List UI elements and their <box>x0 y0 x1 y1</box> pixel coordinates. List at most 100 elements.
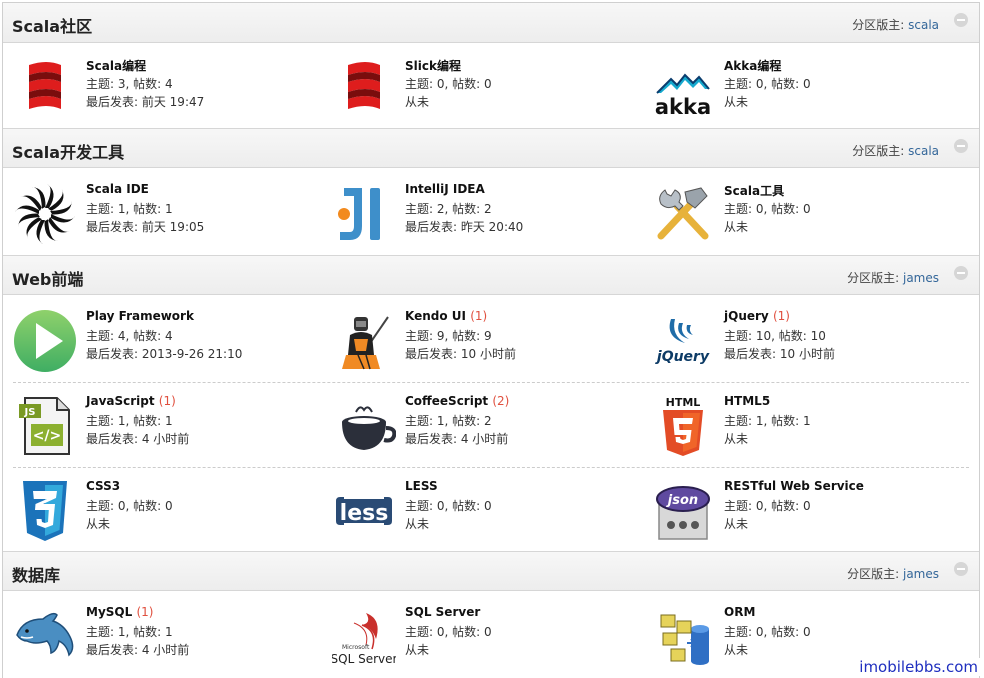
forum-item: Kendo UI (1) 主题: 9, 帖数: 9 最后发表: 10 小时前 <box>322 297 641 382</box>
forum-title[interactable]: SQL Server <box>405 605 480 619</box>
forum-title[interactable]: Scala工具 <box>724 182 784 199</box>
forum-last-post: 从未 <box>86 517 111 531</box>
html5-logo-icon[interactable]: HTML <box>651 394 715 458</box>
forum-title[interactable]: ORM <box>724 605 755 619</box>
forum-stats: 主题: 1, 帖数: 1 <box>86 414 173 428</box>
moderator-label: 分区版主: <box>852 18 909 32</box>
play-logo-icon[interactable] <box>13 309 77 373</box>
moderator-link[interactable]: james <box>903 271 939 285</box>
forum-title[interactable]: IntelliJ IDEA <box>405 182 485 196</box>
json-logo-icon[interactable]: json <box>651 479 715 543</box>
svg-text:less: less <box>340 501 389 526</box>
moderator-link[interactable]: scala <box>908 144 939 158</box>
forum-last-post: 从未 <box>405 517 430 531</box>
scala-logo-icon[interactable] <box>332 57 396 121</box>
section-header: 数据库 分区版主: james <box>3 551 979 591</box>
section-title[interactable]: 数据库 <box>12 562 60 586</box>
forum-title[interactable]: RESTful Web Service <box>724 479 864 493</box>
forum-stats: 主题: 2, 帖数: 2 <box>405 202 492 216</box>
section-scala-community: Scala社区 分区版主: scala Scala编程 主题: 3, 帖数: 4… <box>3 3 979 128</box>
section-title[interactable]: Scala社区 <box>12 13 92 37</box>
forum-title[interactable]: Play Framework <box>86 309 194 323</box>
forum-last-post: 从未 <box>405 643 430 657</box>
forum-title[interactable]: CSS3 <box>86 479 120 493</box>
collapse-icon[interactable] <box>954 266 968 280</box>
forum-title[interactable]: CoffeeScript (2) <box>405 394 509 408</box>
collapse-icon[interactable] <box>954 139 968 153</box>
forum-last-post[interactable]: 最后发表: 10 小时前 <box>724 345 835 362</box>
forum-last-post: 从未 <box>724 517 749 531</box>
orm-logo-icon[interactable] <box>651 605 715 669</box>
svg-text:JS: JS <box>24 407 36 418</box>
forum-last-post[interactable]: 最后发表: 4 小时前 <box>86 641 189 658</box>
forum-last-post[interactable]: 最后发表: 2013-9-26 21:10 <box>86 345 242 362</box>
forum-stats: 主题: 0, 帖数: 0 <box>724 499 811 513</box>
forum-stats: 主题: 10, 帖数: 10 <box>724 329 826 343</box>
section-database: 数据库 分区版主: james MySQL (1) 主题: 1, 帖数: 1 最… <box>3 551 979 678</box>
sqlserver-logo-icon[interactable]: Microsoft SQL Server <box>332 605 396 669</box>
collapse-icon[interactable] <box>954 13 968 27</box>
forum-last-post: 从未 <box>724 220 749 234</box>
forum-last-post[interactable]: 最后发表: 昨天 20:40 <box>405 218 523 235</box>
forum-title[interactable]: LESS <box>405 479 438 493</box>
new-post-count: (1) <box>772 309 790 323</box>
forum-stats: 主题: 9, 帖数: 9 <box>405 329 492 343</box>
kendo-logo-icon[interactable] <box>332 309 396 373</box>
forum-stats: 主题: 0, 帖数: 0 <box>724 202 811 216</box>
coffeescript-logo-icon[interactable] <box>332 394 396 458</box>
scala-logo-icon[interactable] <box>13 57 77 121</box>
forum-item: akka Akka编程 主题: 0, 帖数: 0 从未 <box>641 45 960 130</box>
forum-title[interactable]: Scala编程 <box>86 57 146 74</box>
forum-item: less LESS 主题: 0, 帖数: 0 从未 <box>322 467 641 552</box>
forum-title[interactable]: Kendo UI (1) <box>405 309 487 323</box>
section-scala-tools: Scala开发工具 分区版主: scala Scala IDE 主题: 1, 帖… <box>3 128 979 255</box>
forum-item: Scala编程 主题: 3, 帖数: 4 最后发表: 前天 19:47 <box>3 45 322 130</box>
forum-stats: 主题: 3, 帖数: 4 <box>86 77 173 91</box>
section-title[interactable]: Web前端 <box>12 266 83 290</box>
forum-item: CSS3 主题: 0, 帖数: 0 从未 <box>3 467 322 552</box>
section-web-frontend: Web前端 分区版主: james Play Framework 主题: 4, … <box>3 255 979 551</box>
less-logo-icon[interactable]: less <box>332 479 396 543</box>
forum-title[interactable]: JavaScript (1) <box>86 394 176 408</box>
forum-index: Scala社区 分区版主: scala Scala编程 主题: 3, 帖数: 4… <box>2 2 980 678</box>
svg-text:</>: </> <box>33 428 62 444</box>
forum-title[interactable]: MySQL (1) <box>86 605 153 619</box>
forum-last-post[interactable]: 最后发表: 10 小时前 <box>405 345 516 362</box>
moderator-link[interactable]: scala <box>908 18 939 32</box>
site-watermark: imobilebbs.com <box>857 658 980 676</box>
forum-last-post: 从未 <box>724 95 749 109</box>
section-title[interactable]: Scala开发工具 <box>12 139 124 163</box>
svg-text:json: json <box>666 493 698 508</box>
collapse-icon[interactable] <box>954 562 968 576</box>
forum-stats: 主题: 0, 帖数: 0 <box>724 77 811 91</box>
scala-ide-logo-icon[interactable] <box>13 182 77 246</box>
tools-icon[interactable] <box>651 182 715 246</box>
forum-title[interactable]: Slick编程 <box>405 57 461 74</box>
forum-last-post: 从未 <box>724 432 749 446</box>
forum-item: Microsoft SQL Server SQL Server 主题: 0, 帖… <box>322 593 641 678</box>
jquery-logo-icon[interactable]: jQuery <box>651 309 715 373</box>
forum-stats: 主题: 1, 帖数: 1 <box>724 414 811 428</box>
akka-logo-icon[interactable]: akka <box>651 57 715 121</box>
css3-logo-icon[interactable] <box>13 479 77 543</box>
forum-item: JS </> JavaScript (1) 主题: 1, 帖数: 1 最后发表:… <box>3 382 322 467</box>
mysql-logo-icon[interactable] <box>13 605 77 669</box>
forum-stats: 主题: 1, 帖数: 2 <box>405 414 492 428</box>
forum-title[interactable]: HTML5 <box>724 394 770 408</box>
section-header: Scala社区 分区版主: scala <box>3 3 979 43</box>
new-post-count: (1) <box>136 605 154 619</box>
forum-last-post[interactable]: 最后发表: 4 小时前 <box>405 430 508 447</box>
forum-last-post[interactable]: 最后发表: 4 小时前 <box>86 430 189 447</box>
forum-item: Scala工具 主题: 0, 帖数: 0 从未 <box>641 170 960 255</box>
forum-title[interactable]: Akka编程 <box>724 57 781 74</box>
forum-stats: 主题: 0, 帖数: 0 <box>405 77 492 91</box>
forum-stats: 主题: 4, 帖数: 4 <box>86 329 173 343</box>
forum-last-post[interactable]: 最后发表: 前天 19:47 <box>86 93 204 110</box>
intellij-logo-icon[interactable] <box>332 182 396 246</box>
section-header: Scala开发工具 分区版主: scala <box>3 128 979 168</box>
forum-title[interactable]: jQuery (1) <box>724 309 790 323</box>
moderator-link[interactable]: james <box>903 567 939 581</box>
forum-last-post[interactable]: 最后发表: 前天 19:05 <box>86 218 204 235</box>
forum-title[interactable]: Scala IDE <box>86 182 149 196</box>
js-file-icon[interactable]: JS </> <box>13 394 77 458</box>
